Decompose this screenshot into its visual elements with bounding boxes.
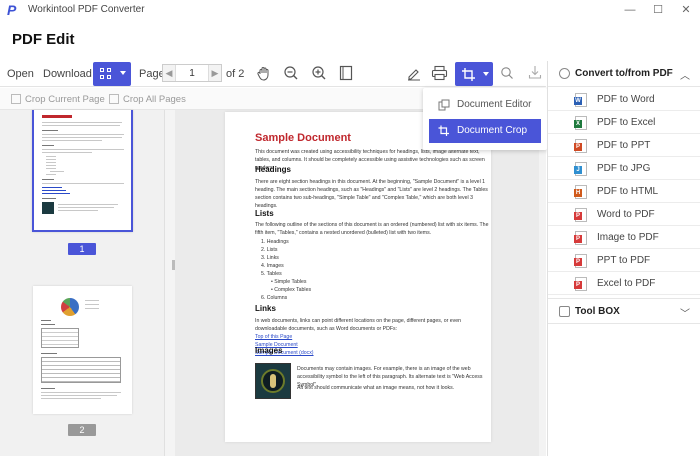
- fit-page-icon[interactable]: [339, 65, 353, 81]
- crop-icon: [438, 125, 449, 136]
- convert-section-title: Convert to/from PDF: [575, 68, 673, 79]
- page-number-badge-1: 1: [68, 243, 96, 255]
- list-item: 2. Lists: [261, 247, 278, 253]
- convert-pdf-to-ppt[interactable]: P PDF to PPT: [548, 134, 700, 157]
- print-icon[interactable]: [431, 65, 448, 81]
- app-title: Workintool PDF Converter: [28, 4, 145, 15]
- convert-pdf-to-jpg[interactable]: J PDF to JPG: [548, 157, 700, 180]
- convert-icon: [559, 68, 570, 79]
- toolbox-icon: [559, 306, 570, 317]
- download-icon[interactable]: [528, 65, 542, 80]
- toolbox-section-header[interactable]: Tool BOX ﹀: [548, 298, 700, 324]
- open-button[interactable]: Open: [7, 68, 34, 80]
- thumbnail-view-button[interactable]: [93, 62, 131, 86]
- doc-heading-lists: Lists: [255, 209, 274, 218]
- next-page-icon[interactable]: ▶: [209, 65, 221, 81]
- document-scrollbar[interactable]: [539, 110, 546, 456]
- chevron-down-icon: ﹀: [680, 309, 690, 320]
- convert-excel-to-pdf[interactable]: P Excel to PDF: [548, 272, 700, 295]
- hand-icon[interactable]: [256, 65, 272, 81]
- signature-pen-icon[interactable]: [406, 65, 422, 81]
- html-file-icon: H: [574, 189, 582, 197]
- chevron-down-icon: [120, 71, 126, 75]
- doc-heading-links: Links: [255, 304, 276, 313]
- thumbnail-splitter[interactable]: [165, 110, 175, 456]
- convert-ppt-to-pdf[interactable]: P PPT to PDF: [548, 249, 700, 272]
- page-label: Page: [139, 68, 165, 80]
- app-logo: P: [7, 2, 17, 18]
- page-thumbnail-2[interactable]: [33, 286, 132, 414]
- list-item: 5. Tables: [261, 271, 282, 277]
- pdf-file-icon: P: [574, 212, 582, 220]
- title-bar: P Workintool PDF Converter — ☐ ✕: [0, 0, 700, 22]
- doc-paragraph-links: In web documents, links can point differ…: [255, 318, 462, 332]
- close-button[interactable]: ✕: [675, 2, 697, 18]
- page-title: PDF Edit: [12, 31, 75, 48]
- crop-tool-button[interactable]: [455, 62, 493, 86]
- chevron-down-icon: [483, 72, 489, 76]
- crop-dropdown-menu: Document Editor Document Crop: [423, 88, 547, 150]
- page-navigator: ◀ ▶: [162, 64, 222, 82]
- crop-icon: [462, 68, 475, 81]
- excel-file-icon: X: [574, 120, 582, 128]
- doc-link-top[interactable]: Top of this Page: [255, 334, 292, 340]
- menu-item-label: Document Editor: [457, 99, 532, 110]
- crop-current-icon: [11, 94, 21, 104]
- download-button[interactable]: Download: [43, 68, 92, 80]
- list-item: • Complex Tables: [271, 287, 312, 293]
- convert-word-to-pdf[interactable]: P Word to PDF: [548, 203, 700, 226]
- maximize-button[interactable]: ☐: [647, 2, 669, 18]
- word-file-icon: W: [574, 97, 582, 105]
- convert-pdf-to-word[interactable]: W PDF to Word: [548, 88, 700, 111]
- prev-page-icon[interactable]: ◀: [163, 65, 175, 81]
- chevron-up-icon: ︿: [680, 71, 690, 82]
- doc-paragraph-lists: The following outline of the sections of…: [255, 222, 489, 236]
- page-count: of 2: [226, 68, 245, 80]
- doc-paragraph-headings: There are eight section headings in this…: [255, 179, 488, 209]
- right-tool-panel: Convert to/from PDF ︿ W PDF to Word X PDF …: [547, 61, 700, 456]
- web-access-symbol-image: [255, 363, 291, 399]
- document-viewer: Sample Document This document was create…: [175, 110, 546, 456]
- crop-all-icon: [109, 94, 119, 104]
- list-item: 4. Images: [261, 263, 284, 269]
- doc-heading-headings: Headings: [255, 165, 292, 174]
- pdf-file-icon: P: [574, 258, 582, 266]
- list-item: • Simple Tables: [271, 279, 307, 285]
- convert-image-to-pdf[interactable]: P Image to PDF: [548, 226, 700, 249]
- crop-all-pages-button[interactable]: Crop All Pages: [123, 94, 186, 105]
- menu-item-document-editor[interactable]: Document Editor: [429, 93, 541, 117]
- document-page: Sample Document This document was create…: [225, 112, 491, 442]
- doc-heading-images: Images: [255, 346, 283, 355]
- list-item: 6. Columns: [261, 295, 288, 301]
- minimize-button[interactable]: —: [619, 2, 641, 18]
- zoom-in-icon[interactable]: [311, 65, 327, 81]
- doc-title: Sample Document: [255, 132, 351, 144]
- list-item: 3. Links: [261, 255, 279, 261]
- document-editor-icon: [438, 99, 450, 111]
- convert-pdf-to-html[interactable]: H PDF to HTML: [548, 180, 700, 203]
- page-thumbnail-1[interactable]: [32, 110, 133, 232]
- list-item: 1. Headings: [261, 239, 289, 245]
- menu-item-document-crop[interactable]: Document Crop: [429, 119, 541, 143]
- page-number-badge-2: 2: [68, 424, 96, 436]
- crop-current-page-button[interactable]: Crop Current Page: [25, 94, 105, 105]
- jpg-file-icon: J: [574, 166, 582, 174]
- convert-section-header[interactable]: Convert to/from PDF ︿: [548, 61, 700, 87]
- ppt-file-icon: P: [574, 143, 582, 151]
- pdf-file-icon: P: [574, 281, 582, 289]
- toolbox-section-title: Tool BOX: [575, 306, 620, 317]
- thumbnail-panel: 1 2: [0, 110, 165, 456]
- zoom-out-icon[interactable]: [283, 65, 299, 81]
- doc-paragraph-images-2: Alt text should communicate what an imag…: [297, 385, 455, 391]
- menu-item-label: Document Crop: [457, 125, 528, 136]
- pdf-file-icon: P: [574, 235, 582, 243]
- page-number-input[interactable]: [175, 65, 209, 81]
- convert-pdf-to-excel[interactable]: X PDF to Excel: [548, 111, 700, 134]
- grid-icon: [100, 68, 112, 80]
- search-icon[interactable]: [500, 66, 514, 80]
